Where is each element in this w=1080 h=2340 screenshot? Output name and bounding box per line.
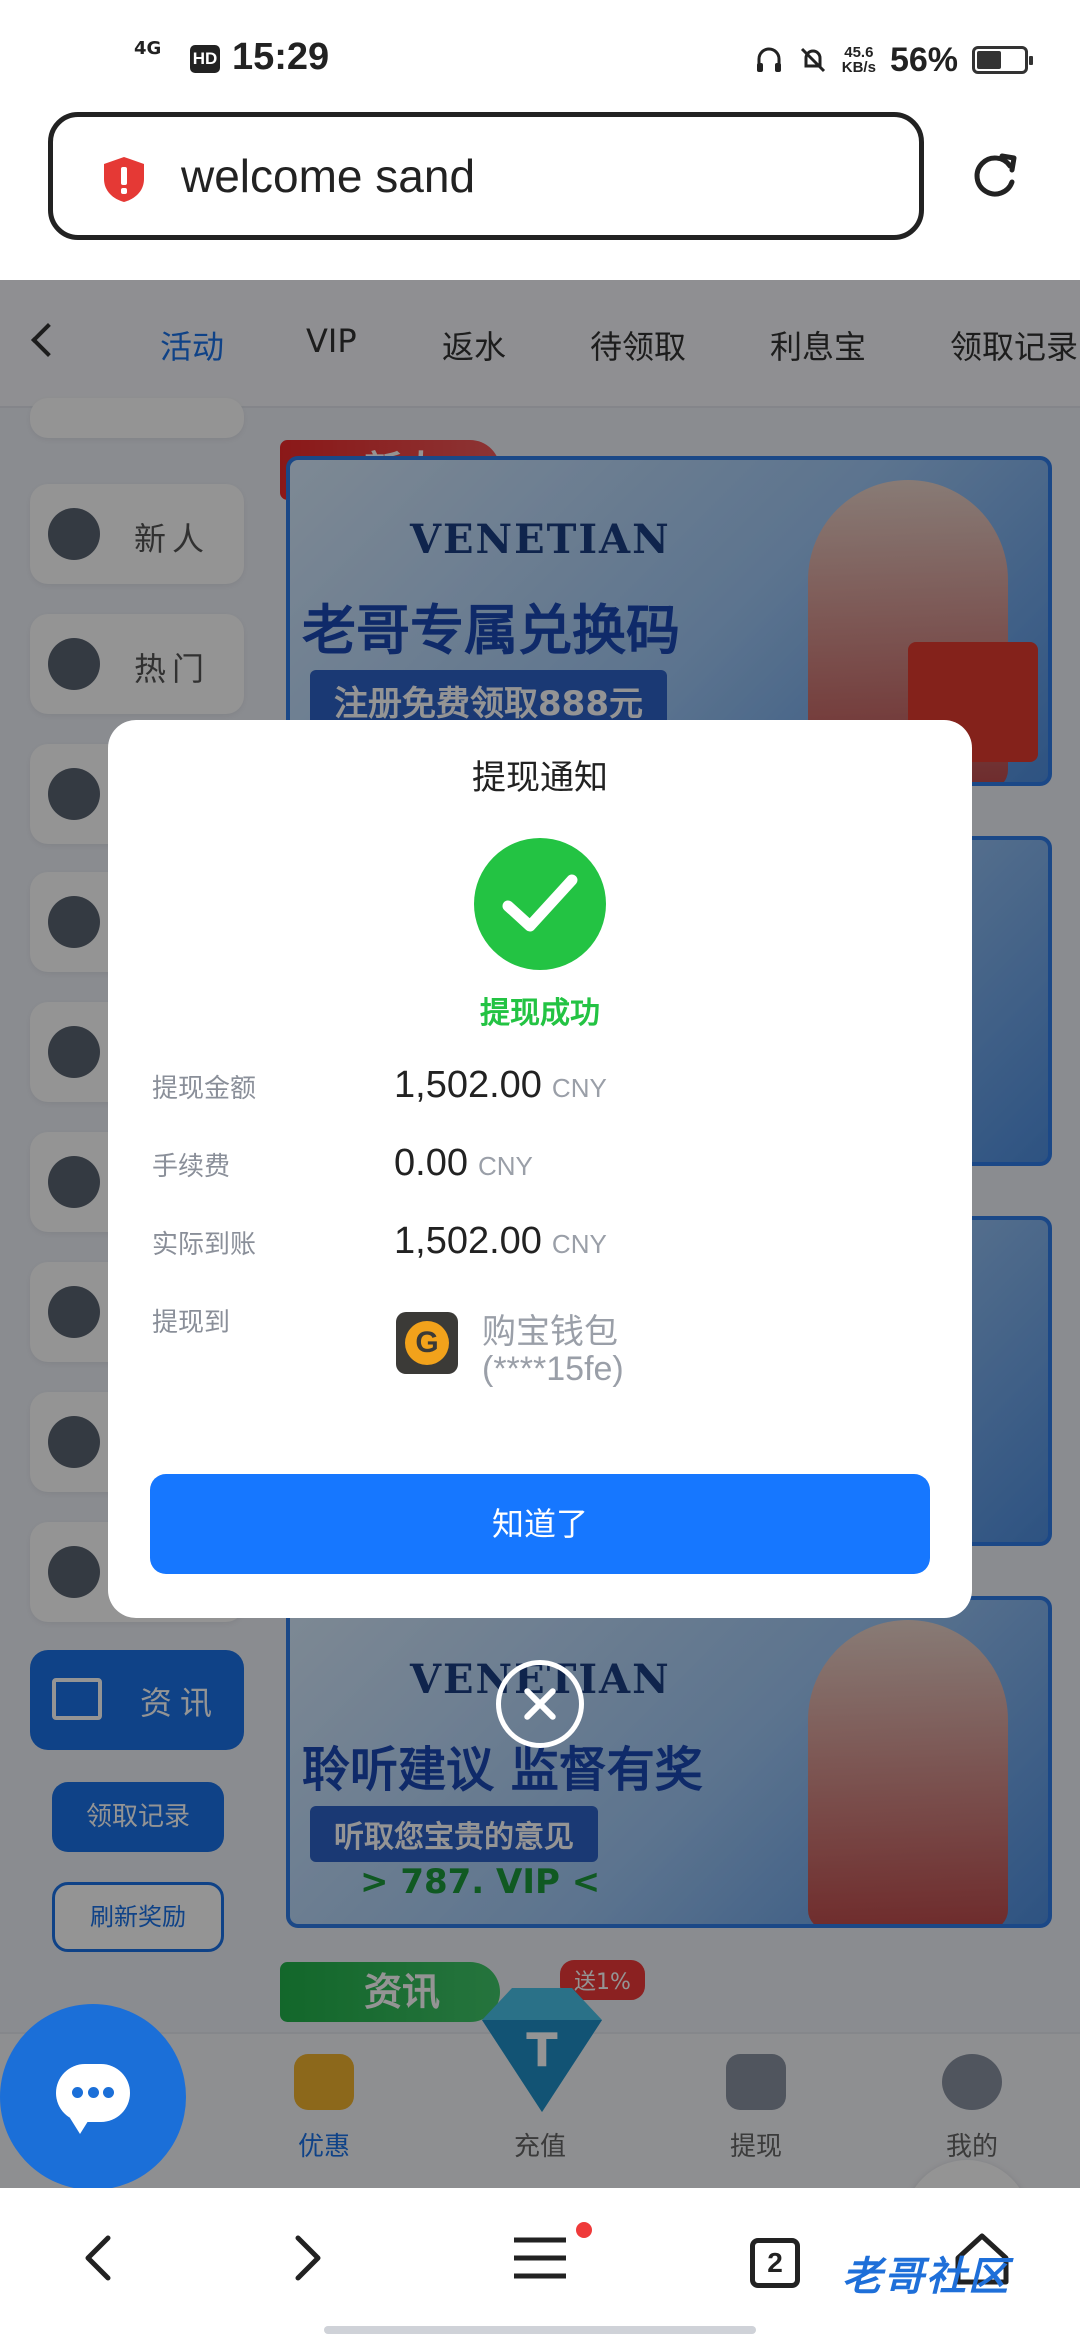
mute-bell-icon bbox=[800, 47, 825, 73]
fee-label: 手续费 bbox=[152, 1152, 231, 1182]
received-label: 实际到账 bbox=[152, 1230, 257, 1260]
withdraw-notice-dialog: 提现通知 提现成功 提现金额 1,502.00 CNY 手续费 0.00 CNY 实… bbox=[108, 720, 972, 1618]
address-bar[interactable]: welcome sand bbox=[48, 112, 924, 240]
battery-percent: 56% bbox=[889, 40, 958, 79]
fee-unit: CNY bbox=[477, 1151, 533, 1181]
received-number: 1,502.00 bbox=[394, 1220, 542, 1262]
amount-number: 1,502.00 bbox=[394, 1064, 542, 1106]
reload-icon[interactable] bbox=[966, 148, 1022, 204]
network-speed: 45.6 KB/s bbox=[842, 45, 876, 75]
battery-icon bbox=[972, 46, 1033, 74]
wallet-name: 购宝钱包 bbox=[482, 1312, 618, 1352]
status-bar: 4G HD 15:29 45.6 KB/s 56% bbox=[0, 0, 1080, 112]
close-icon[interactable] bbox=[496, 1660, 584, 1748]
acknowledge-button[interactable]: 知道了 bbox=[150, 1474, 930, 1574]
amount-unit: CNY bbox=[551, 1073, 607, 1103]
chat-fab[interactable] bbox=[0, 2004, 186, 2190]
success-check-icon bbox=[474, 838, 606, 970]
wallet-logo-icon: G bbox=[396, 1312, 458, 1374]
received-unit: CNY bbox=[551, 1229, 607, 1259]
fee-value: 0.00 CNY bbox=[394, 1142, 533, 1185]
clock: 15:29 bbox=[232, 36, 330, 78]
dialog-title: 提现通知 bbox=[472, 758, 608, 798]
speed-value: 45.6 bbox=[844, 44, 874, 61]
status-text: 提现成功 bbox=[480, 996, 600, 1031]
fee-number: 0.00 bbox=[394, 1142, 468, 1184]
destination-label: 提现到 bbox=[152, 1308, 231, 1338]
home-indicator bbox=[324, 2326, 756, 2334]
url-text[interactable]: welcome sand bbox=[181, 149, 475, 203]
watermark-logo: 老哥社区 bbox=[842, 2254, 1010, 2300]
wallet-id: (****15fe) bbox=[482, 1350, 624, 1388]
notification-dot bbox=[576, 2222, 592, 2238]
headphones-icon bbox=[756, 47, 781, 72]
speed-unit: KB/s bbox=[841, 59, 876, 76]
hd-badge: HD bbox=[190, 45, 220, 73]
amount-label: 提现金额 bbox=[152, 1074, 257, 1104]
forward-icon[interactable] bbox=[276, 2228, 336, 2288]
menu-icon[interactable] bbox=[510, 2228, 570, 2288]
received-value: 1,502.00 CNY bbox=[394, 1220, 607, 1263]
shield-warning-icon bbox=[104, 157, 144, 202]
back-icon[interactable] bbox=[70, 2228, 130, 2288]
tabs-count-button[interactable]: 2 bbox=[750, 2238, 800, 2288]
chat-dots bbox=[72, 2087, 114, 2099]
network-indicator: 4G bbox=[134, 38, 162, 59]
amount-value: 1,502.00 CNY bbox=[394, 1064, 607, 1107]
